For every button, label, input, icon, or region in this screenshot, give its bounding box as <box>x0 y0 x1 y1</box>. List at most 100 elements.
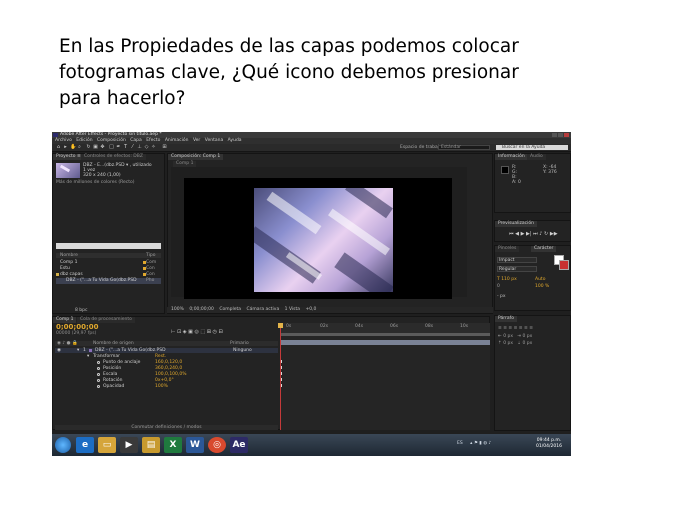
first-frame-icon[interactable]: ⏮ <box>509 231 514 237</box>
eye-icon[interactable]: ◉ <box>57 348 61 353</box>
internet-explorer-icon[interactable]: e <box>76 437 94 453</box>
taskbar-clock[interactable]: 09:44 p.m. 01/04/2016 <box>536 438 562 450</box>
toggle-switches-modes[interactable]: Conmutar definiciones / modos <box>55 425 278 430</box>
project-bpc[interactable]: 8 bpc <box>75 308 87 313</box>
timeline-layer-row[interactable]: ◉ ▾ 1 DBZ - ("...a Tu Vida Go(dbz.PSD Ni… <box>55 348 278 353</box>
tracking-field[interactable]: 100 % <box>535 284 549 289</box>
resolution-select[interactable]: Completa <box>219 307 241 313</box>
rotate-tool-icon[interactable]: ↻ <box>86 145 91 150</box>
timeline-current-time[interactable]: 0;00;00;00 <box>56 324 99 331</box>
column-name[interactable]: Nombre <box>60 253 78 258</box>
tab-project[interactable]: Proyecto ≡ <box>53 154 84 160</box>
help-search-input[interactable]: Buscar en la Ayuda <box>496 145 568 150</box>
kerning-field[interactable]: 0 <box>497 284 500 289</box>
start-button[interactable] <box>55 437 71 453</box>
property-value[interactable]: 160,0,120,0 <box>155 360 182 365</box>
rectangle-tool-icon[interactable]: □ <box>109 145 114 150</box>
font-style-select[interactable]: Regular <box>497 266 537 272</box>
transform-reset[interactable]: Rest. <box>155 354 166 359</box>
property-value[interactable]: 360,0,240,0 <box>155 366 182 371</box>
font-family-select[interactable]: Impact <box>497 257 537 263</box>
view-layout-select[interactable]: 1 Vista <box>285 307 300 313</box>
puppet-tool-icon[interactable]: ✧ <box>151 145 156 150</box>
stopwatch-icon[interactable] <box>97 379 100 382</box>
prev-frame-icon[interactable]: ◀ <box>515 231 519 237</box>
close-button[interactable] <box>564 133 569 137</box>
zoom-tool-icon[interactable]: ⌕ <box>77 145 82 150</box>
layer-duration-bar[interactable] <box>280 340 490 345</box>
camera-select[interactable]: Cámara activa <box>246 307 279 313</box>
brush-tool-icon[interactable]: ⁄ <box>130 145 135 150</box>
tab-audio[interactable]: Audio <box>527 154 546 160</box>
media-player-icon[interactable]: ▶ <box>120 437 138 453</box>
composition-frame[interactable] <box>184 178 452 299</box>
project-row[interactable]: DBZ - ("...a Tu Vida Go(dbz.PSD Pho <box>56 278 161 284</box>
column-type[interactable]: Tipo <box>146 253 155 258</box>
last-frame-icon[interactable]: ⏭ <box>533 231 538 237</box>
current-time-indicator-head[interactable] <box>278 323 283 328</box>
kerning-value[interactable]: 0 <box>497 284 500 289</box>
tab-paragraph[interactable]: Párrafo <box>495 316 517 322</box>
next-frame-icon[interactable]: ▶| <box>526 231 532 237</box>
tray-icons[interactable]: ▴ ⚑ ▮ ◍ ♪ <box>470 441 491 446</box>
current-time-display[interactable]: 0;00;00;00 <box>189 307 214 313</box>
stamp-tool-icon[interactable]: ⊥ <box>137 145 142 150</box>
timeline-switch-icons[interactable]: ⊢ ⊡ ◈ ▣ ◎ ⬚ ⊞ ◷ ⊟ <box>171 330 223 335</box>
tracking-value[interactable]: 100 % <box>535 284 549 289</box>
tab-character[interactable]: Carácter <box>531 246 557 252</box>
tab-effect-controls[interactable]: Controles de efectos: DBZ <box>81 154 146 160</box>
font-size-field[interactable]: T 110 px <box>497 277 517 282</box>
composition-viewer[interactable] <box>171 167 467 299</box>
workspace-select[interactable]: Estándar <box>438 145 490 150</box>
hand-tool-icon[interactable]: ✋ <box>70 145 76 150</box>
zoom-level[interactable]: 100% <box>171 307 184 313</box>
paragraph-space-fields[interactable]: ⇡ 0 px ⇣ 0 px <box>498 341 532 346</box>
chrome-icon[interactable]: ◎ <box>208 437 226 453</box>
transform-row[interactable]: ▾ Transformar Rest. <box>55 354 278 359</box>
property-value[interactable]: 100% <box>155 384 168 389</box>
minimize-button[interactable] <box>552 133 557 137</box>
layer-name[interactable]: DBZ - ("...a Tu Vida Go(dbz.PSD <box>95 348 166 353</box>
pen-tool-icon[interactable]: ✒ <box>116 145 121 150</box>
transform-expand-icon[interactable]: ▾ <box>87 354 89 359</box>
column-source-name[interactable]: Nombre de origen <box>93 341 134 346</box>
time-ruler[interactable]: 0s 02s 04s 06s 08s 10s <box>280 323 490 333</box>
play-icon[interactable]: ▶ <box>521 231 525 237</box>
work-area-bar[interactable] <box>280 333 490 336</box>
maximize-button[interactable] <box>558 133 563 137</box>
stroke-color-swatch[interactable] <box>559 260 569 270</box>
property-value[interactable]: 0x+0,0° <box>155 378 174 383</box>
stopwatch-icon[interactable] <box>97 373 100 376</box>
selection-tool-icon[interactable]: ▸ <box>63 145 68 150</box>
leading-field[interactable]: Auto <box>535 277 545 282</box>
paragraph-align-icons[interactable]: ≡ ≡ ≡ ≡ ≡ ≡ ≡ <box>498 326 533 331</box>
timeline-graph[interactable]: 0s 02s 04s 06s 08s 10s <box>278 323 490 430</box>
folder-icon[interactable]: ▤ <box>142 437 160 453</box>
tab-brushes[interactable]: Pinceles <box>495 246 520 252</box>
exposure-value[interactable]: +0,0 <box>305 307 316 313</box>
home-icon[interactable]: ⌂ <box>56 145 61 150</box>
loop-icon[interactable]: ↻ <box>544 231 548 237</box>
stopwatch-icon[interactable] <box>97 361 100 364</box>
paragraph-indent-fields[interactable]: ⇤ 0 px ⇥ 0 px <box>498 334 532 339</box>
stroke-width-field[interactable]: - px <box>497 294 506 299</box>
font-size-value[interactable]: 110 px <box>501 277 517 282</box>
stopwatch-icon[interactable] <box>97 385 100 388</box>
file-explorer-icon[interactable]: ▭ <box>98 437 116 453</box>
snap-icon[interactable]: ⊞ <box>162 145 167 150</box>
stopwatch-icon[interactable] <box>97 367 100 370</box>
tab-composition[interactable]: Composición: Comp 1 <box>168 154 224 160</box>
after-effects-taskbar-icon[interactable]: Ae <box>230 437 248 453</box>
ram-preview-icon[interactable]: ▶▶ <box>550 231 558 237</box>
language-indicator[interactable]: ES <box>457 441 463 446</box>
property-value[interactable]: 100,0,100,0% <box>155 372 186 377</box>
eraser-tool-icon[interactable]: ◇ <box>144 145 149 150</box>
column-parent[interactable]: Primario <box>230 341 249 346</box>
text-tool-icon[interactable]: T <box>123 145 128 150</box>
leading-value[interactable]: Auto <box>535 277 545 282</box>
audio-icon[interactable]: ♪ <box>539 231 542 237</box>
stroke-width-value[interactable]: - px <box>497 294 506 299</box>
parent-select[interactable]: Ninguno <box>233 348 252 353</box>
layer-expand-icon[interactable]: ▾ <box>77 348 79 353</box>
tab-info[interactable]: Información <box>495 154 528 160</box>
